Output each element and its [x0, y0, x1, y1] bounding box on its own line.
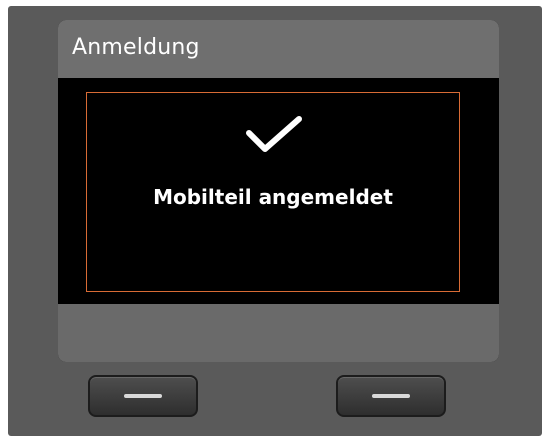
screen-title: Anmeldung [72, 35, 200, 60]
dash-icon [124, 394, 162, 398]
softkey-label-bar [58, 304, 499, 362]
right-softkey-button[interactable] [336, 375, 446, 417]
confirmation-message: Mobilteil angemeldet [153, 185, 393, 209]
confirmation-box: Mobilteil angemeldet [86, 92, 460, 292]
title-bar: Anmeldung [58, 20, 499, 78]
phone-device: Anmeldung Mobilteil angemeldet [8, 6, 542, 436]
left-softkey-button[interactable] [88, 375, 198, 417]
dash-icon [372, 394, 410, 398]
display-screen: Anmeldung Mobilteil angemeldet [58, 20, 499, 362]
message-area: Mobilteil angemeldet [58, 78, 499, 304]
checkmark-icon [246, 116, 302, 152]
